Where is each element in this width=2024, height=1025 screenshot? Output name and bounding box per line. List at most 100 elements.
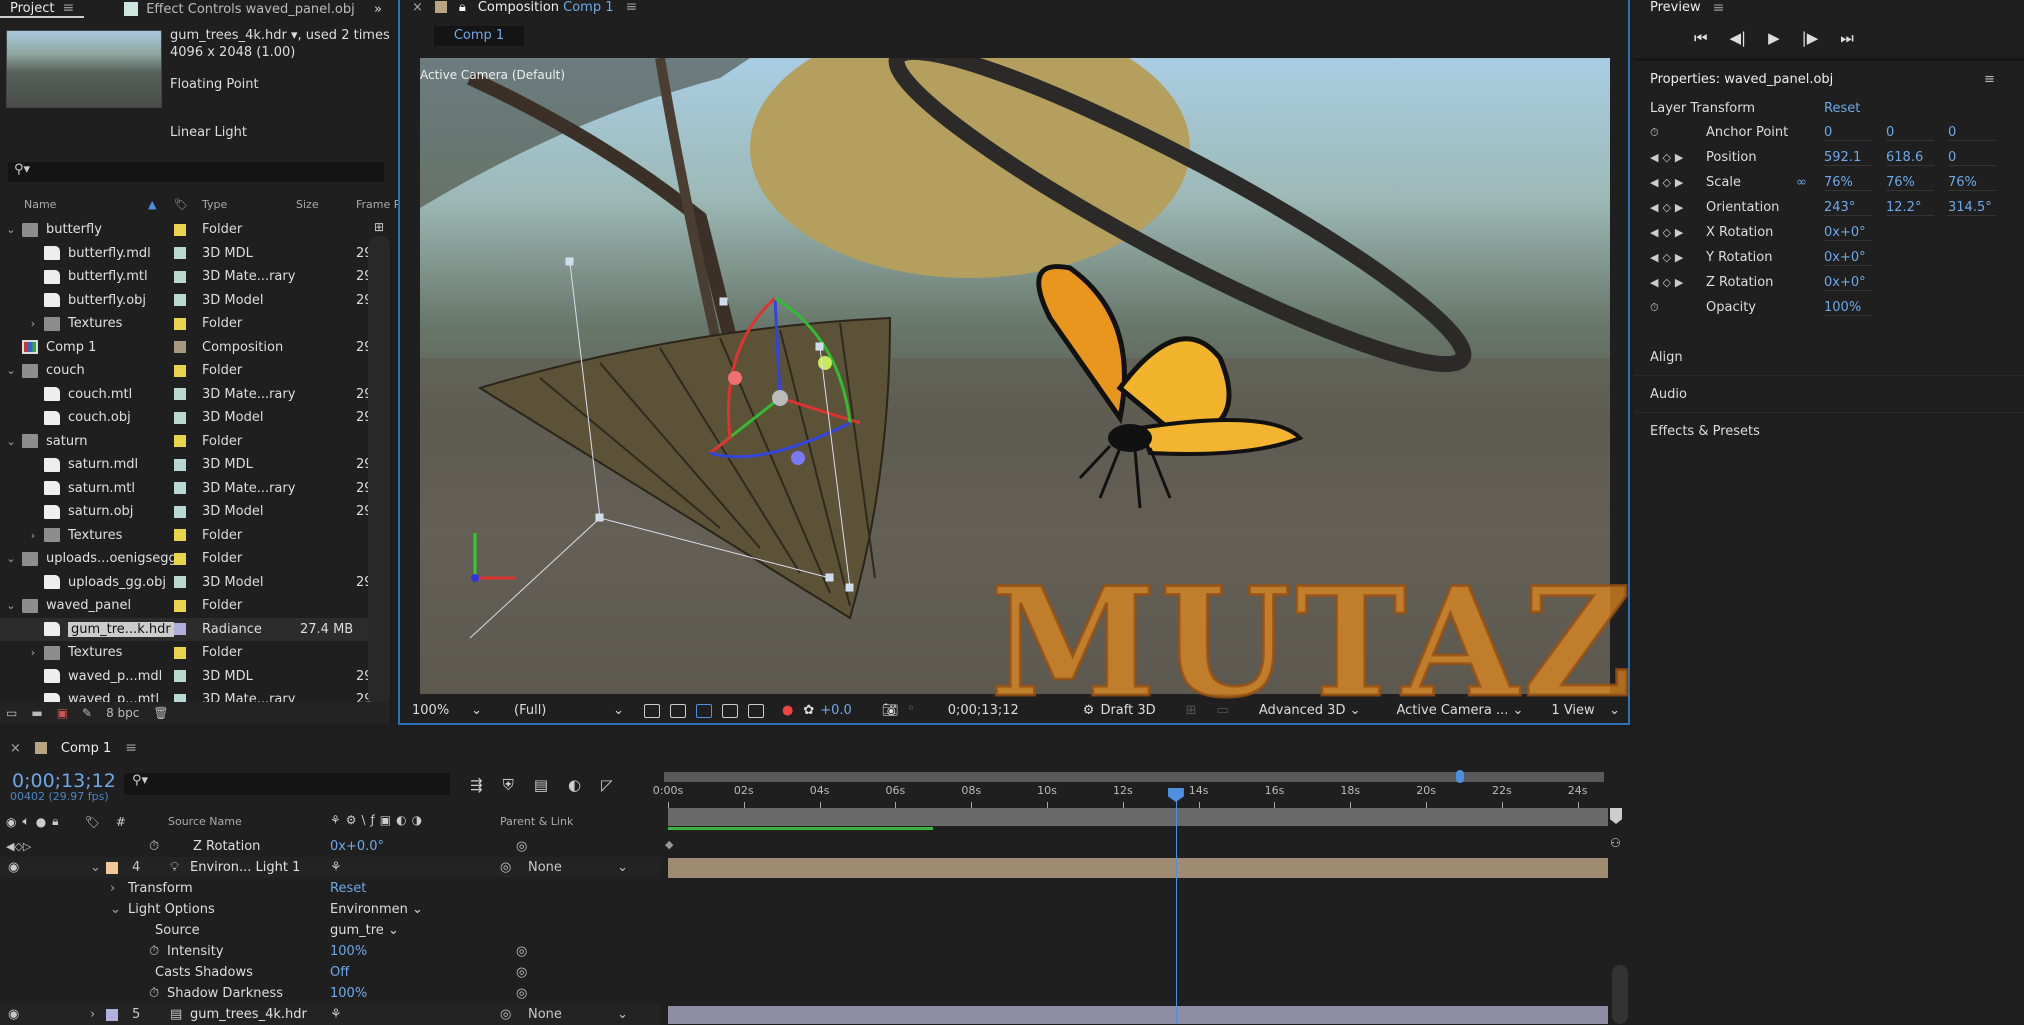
new-composition-icon[interactable]: ▣ [57, 706, 68, 720]
channels-icon[interactable]: ● [782, 703, 793, 718]
property-row[interactable]: ⏱ Intensity 100% ◎ [0, 941, 660, 962]
navigator-end-handle[interactable] [1456, 770, 1465, 783]
column-source-name[interactable]: Source Name [168, 815, 242, 828]
lock-icon[interactable]: 🔒︎ [52, 814, 58, 829]
pickwhip-icon[interactable]: ◎ [500, 1007, 511, 1022]
property-value[interactable]: Environmen ⌄ [330, 902, 423, 917]
property-row[interactable]: ◀◇▷ ⏱ Z Rotation 0x+0.0° ◎ [0, 836, 660, 857]
expression-pickwhip-icon[interactable]: ◎ [516, 839, 527, 854]
camera-dropdown[interactable]: Active Camera ... ⌄ [1397, 703, 1524, 718]
property-row[interactable]: ⌄ Light Options Environmen ⌄ [0, 899, 660, 920]
property-value[interactable]: 76% [1824, 175, 1872, 191]
column-size[interactable]: Size [296, 198, 319, 212]
column-frame-rate[interactable]: Frame R [356, 198, 401, 212]
timeline-timecode[interactable]: 0;00;13;12 [12, 770, 116, 792]
ground-plane-icon[interactable]: ⊞ [1186, 703, 1197, 718]
project-item[interactable]: butterfly.mtl 3D Mate...rary 29 [0, 265, 390, 289]
property-value[interactable]: Reset [330, 881, 366, 896]
draft-3d-toggle[interactable]: Draft 3D [1100, 703, 1155, 718]
keyframe-navigator-icon[interactable]: ⚇ [1610, 836, 1621, 850]
project-scrollbar[interactable] [368, 236, 390, 706]
timeline-search-input[interactable]: ⚲▾ [124, 773, 450, 795]
label-swatch[interactable] [174, 223, 186, 236]
layer-4-duration-bar[interactable] [668, 858, 1608, 878]
view-layout-dropdown[interactable]: 1 View [1551, 703, 1594, 718]
layer-row[interactable]: ◉ ⌄ 4 💡︎ Environ... Light 1 ⚘ ◎ None ⌄ [0, 857, 660, 878]
stopwatch-icon[interactable]: ⏱ [1650, 126, 1663, 139]
first-frame-icon[interactable]: ⏮ [1694, 29, 1708, 47]
property-value[interactable]: 12.2° [1886, 200, 1934, 216]
menu-icon[interactable]: ≡ [1713, 0, 1725, 16]
shy-switch-icon[interactable]: ⚘ [330, 1007, 342, 1022]
keyframe-icon[interactable]: ◆ [665, 838, 673, 851]
region-of-interest-icon[interactable] [696, 703, 712, 718]
grid-guides-icon[interactable] [748, 703, 764, 718]
project-item[interactable]: gum_tre...k.hdr Radiance 27.4 MB [0, 617, 390, 641]
stopwatch-icon[interactable]: ⏱ [149, 839, 159, 854]
keyframe-navigator-icon[interactable]: ◀◇▶ [1650, 251, 1687, 264]
twirl-icon[interactable]: › [22, 529, 44, 542]
label-swatch[interactable] [174, 458, 186, 471]
property-value[interactable]: 0x+0.0° [330, 839, 384, 854]
double-chevron-right-icon[interactable]: » [374, 2, 382, 17]
label-swatch[interactable] [174, 364, 186, 377]
property-row[interactable]: Source gum_tre ⌄ [0, 920, 660, 941]
twirl-icon[interactable]: ⌄ [0, 599, 22, 612]
property-value[interactable]: 76% [1948, 175, 1996, 191]
column-parent-link[interactable]: Parent & Link [500, 815, 573, 828]
next-frame-icon[interactable]: |▶ [1802, 29, 1819, 47]
twirl-icon[interactable]: ⌄ [0, 223, 22, 236]
pickwhip-icon[interactable]: ◎ [500, 860, 511, 875]
property-row[interactable]: › Transform Reset [0, 878, 660, 899]
label-swatch[interactable] [174, 482, 186, 495]
project-search-input[interactable]: ⚲▾ [8, 162, 384, 182]
project-item[interactable]: couch.mtl 3D Mate...rary 29 [0, 383, 390, 407]
project-item[interactable]: uploads_gg.obj 3D Model 29 [0, 571, 390, 595]
property-value[interactable]: 0x+0° [1824, 275, 1872, 291]
audio-panel[interactable]: Audio [1650, 387, 1687, 402]
stopwatch-icon[interactable]: ⏱ [149, 986, 159, 1001]
twirl-icon[interactable]: ⌄ [0, 552, 22, 565]
keyframe-navigator-icon[interactable]: ◀◇▶ [1650, 176, 1687, 189]
tab-effect-controls[interactable]: Effect Controls waved_panel.obj [114, 2, 365, 17]
play-icon[interactable]: ▶ [1768, 29, 1780, 47]
twirl-icon[interactable]: › [22, 317, 44, 330]
video-eye-icon[interactable]: ◉ [6, 815, 16, 829]
eye-icon[interactable]: ◉ [8, 1007, 19, 1022]
label-swatch[interactable] [174, 317, 186, 330]
label-swatch[interactable] [174, 270, 186, 283]
extended-viewer-icon[interactable]: ▭ [1217, 703, 1229, 718]
label-swatch[interactable] [106, 861, 118, 874]
eye-icon[interactable]: ◉ [8, 860, 19, 875]
property-row[interactable]: ⏱ Shadow Darkness 100% ◎ [0, 983, 660, 1004]
composition-tab[interactable]: × 🔒︎ Composition Comp 1 ≡ [412, 0, 637, 15]
property-value[interactable]: 0x+0° [1824, 250, 1872, 266]
work-area-bar[interactable] [668, 808, 1608, 826]
twirl-icon[interactable]: ⌄ [0, 435, 22, 448]
project-item[interactable]: ⌄ waved_panel Folder [0, 594, 390, 618]
current-time[interactable]: 0;00;13;12 [948, 703, 1019, 718]
label-swatch[interactable] [174, 670, 186, 683]
property-value[interactable]: 76% [1886, 175, 1934, 191]
reset-link[interactable]: Reset [1824, 101, 1860, 116]
keyframe-navigator-icon[interactable]: ◀◇▶ [1650, 151, 1687, 164]
label-swatch[interactable] [174, 529, 186, 542]
chevron-down-icon[interactable]: ⌄ [1609, 703, 1620, 718]
composition-flowchart-icon[interactable]: ⇶ [470, 776, 483, 794]
shy-switch-icon[interactable]: ⚘ [330, 860, 342, 875]
new-folder-icon[interactable]: ▬ [31, 706, 42, 720]
label-swatch[interactable] [174, 576, 186, 589]
column-type[interactable]: Type [202, 198, 227, 212]
property-value[interactable]: 0x+0° [1824, 225, 1872, 241]
stopwatch-icon[interactable]: ⏱ [149, 944, 159, 959]
close-icon[interactable]: × [412, 0, 423, 15]
property-value[interactable]: 0 [1948, 125, 1996, 141]
project-item[interactable]: butterfly.obj 3D Model 29 [0, 289, 390, 313]
parent-dropdown[interactable]: None ⌄ [528, 1007, 628, 1022]
mask-visibility-icon[interactable] [722, 703, 738, 718]
label-swatch[interactable] [174, 435, 186, 448]
footage-name[interactable]: gum_trees_4k.hdr ▾, used 2 times [170, 28, 390, 43]
property-value[interactable]: 0 [1948, 150, 1996, 166]
exposure-value[interactable]: +0.0 [820, 703, 852, 718]
property-value[interactable]: 100% [1824, 300, 1872, 316]
